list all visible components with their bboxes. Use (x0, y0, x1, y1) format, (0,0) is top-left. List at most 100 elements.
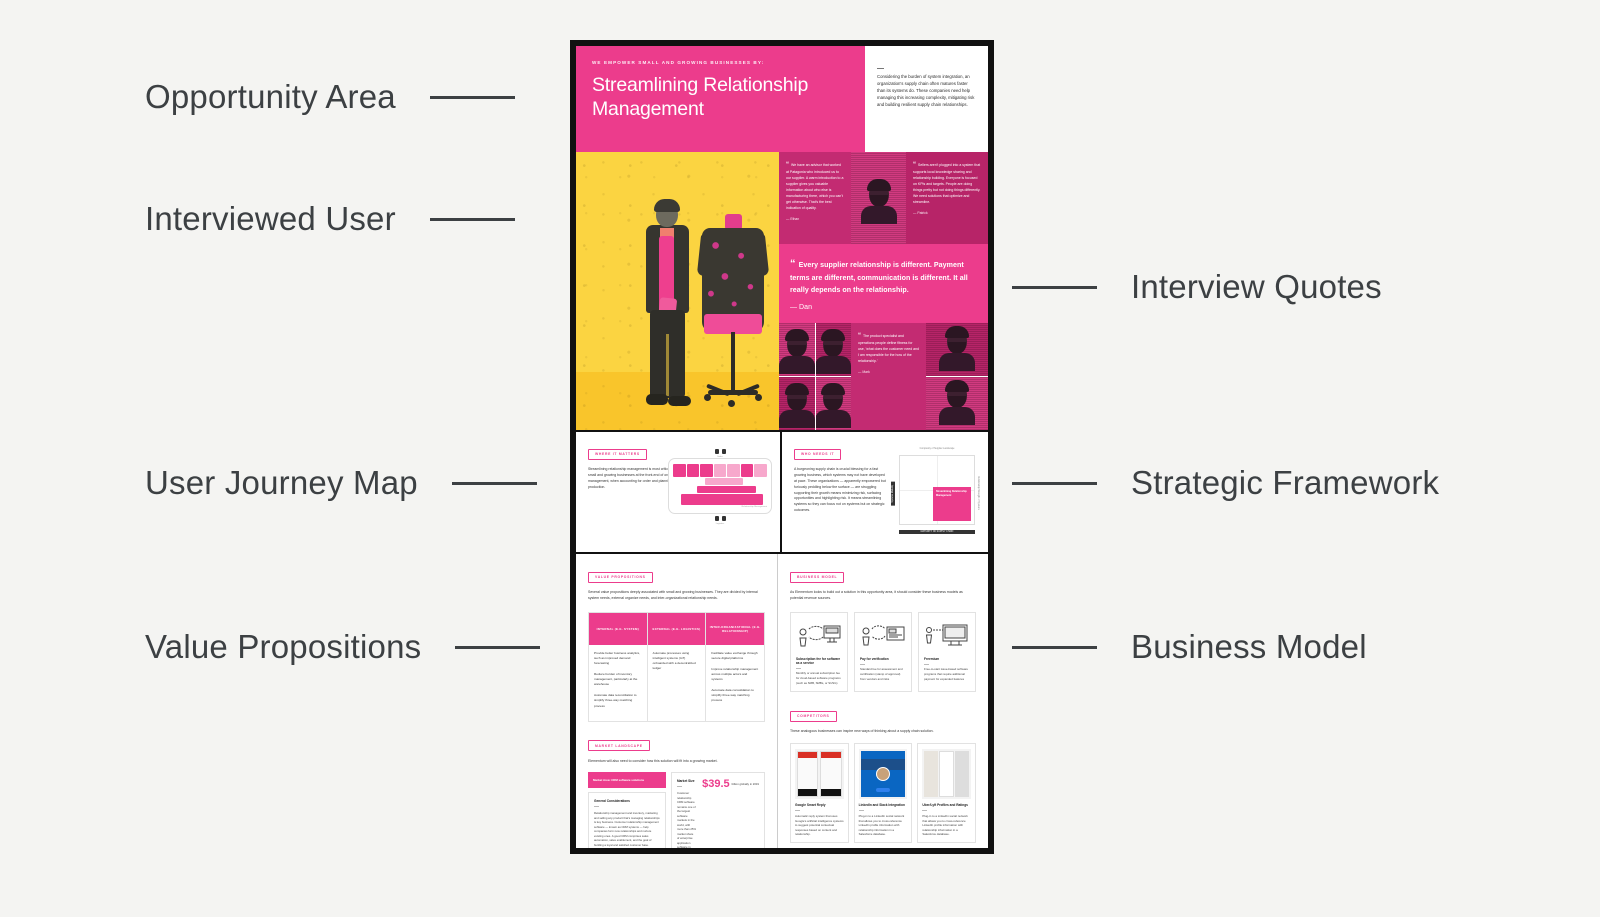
journey-bar (697, 486, 756, 493)
list-item: Automate data consolidation to simplify … (711, 688, 754, 703)
card-body: Free-to-start issue-based software progr… (924, 667, 969, 681)
column-header: INTER-ORGANIZATIONAL (e.g. relationship) (706, 612, 765, 645)
verification-illustration-icon (860, 619, 906, 653)
opportunity-area-section: WE EMPOWER SMALL AND GROWING BUSINESSES … (576, 46, 988, 152)
annotation-label: Interview Quotes (1131, 268, 1382, 305)
portrait-thumb (779, 376, 815, 430)
matrix-highlight-label: Streamlining Relationship Management (936, 490, 967, 497)
matrix-axis-top: Complexity of Supplier Landscape (919, 448, 955, 450)
journey-card: Relationship Management (668, 458, 772, 514)
strategic-framework-panel: WHO NEEDS IT A burgeoning supply chain i… (782, 432, 988, 552)
interview-quotes-column: “We have an advisor that worked at Patag… (779, 152, 988, 430)
framework-body-text: A burgeoning supply chain is crucial ble… (794, 467, 886, 513)
journey-bottom-label: Logistics (715, 523, 725, 525)
hero-sidebar-body: Considering the burden of system integra… (877, 74, 975, 107)
journey-step (673, 464, 686, 477)
table-column: EXTERNAL (e.g. logistics) Automate proce… (647, 612, 707, 721)
annotation-opportunity-area: Opportunity Area (145, 78, 515, 116)
card-body: Plug-in to a LinkedIn social network tha… (858, 813, 905, 837)
leader-line (455, 645, 541, 649)
section-badge: VALUE PROPOSITIONS (588, 571, 653, 583)
quote-mark-icon: “ (786, 162, 789, 168)
card-title: LinkedIn and Slack Integration (858, 803, 905, 808)
strategic-framework-matrix: Complexity of Supplier Landscape Systems… (891, 448, 979, 534)
section-badge: BUSINESS MODEL (790, 571, 845, 583)
leader-line (1012, 285, 1097, 289)
competitor-card-linkedin: LinkedIn and Slack Integration Plug-in t… (853, 743, 913, 844)
competitors-intro: These analogous businesses can inspire n… (790, 729, 934, 734)
market-landscape-right: Market Size Customer relationship CRM so… (671, 772, 765, 848)
quote-attribution: — Patrick (913, 210, 928, 215)
competitors-grid: Google Smart Reply Automatic reply syste… (790, 743, 977, 844)
interviewed-user-and-quotes-section: “We have an advisor that worked at Patag… (576, 152, 988, 430)
journey-step (686, 464, 700, 477)
leader-line (429, 95, 515, 99)
list-item: Improve relationship management across m… (711, 666, 759, 682)
journey-step (700, 464, 713, 477)
card-title: Subscription fee for software as a servi… (796, 656, 841, 665)
journey-bar (704, 478, 743, 485)
annotation-business-model: Business Model (1012, 628, 1367, 666)
column-header: INTERNAL (e.g. system) (589, 612, 647, 645)
quote-text: Sellers aren't plugged into a system tha… (913, 163, 981, 204)
annotation-label: Strategic Framework (1131, 464, 1440, 501)
list-item: Provide better business analytics, such … (594, 650, 641, 665)
card-title: Market Size (677, 779, 695, 784)
leader-line (1012, 645, 1097, 649)
card-title: Pay for verification (860, 656, 889, 661)
interviewed-user-photo (576, 152, 779, 430)
portrait-thumb (779, 322, 815, 376)
journey-and-framework-section: WHERE IT MATTERS Streamlining relationsh… (576, 430, 988, 554)
subscription-illustration-icon (796, 619, 842, 653)
list-item: Automate processes using intelligent sys… (652, 650, 696, 671)
annotation-label: Opportunity Area (145, 78, 396, 115)
annotation-value-propositions: Value Propositions (145, 628, 541, 666)
quote-mark-icon: “ (858, 332, 861, 339)
business-model-intro: As Elementum looks to build out a soluti… (790, 590, 963, 600)
general-considerations-card: General Considerations Relationship mana… (588, 792, 666, 848)
annotation-label: Business Model (1131, 628, 1367, 665)
business-model-cards: Subscription fee for software as a servi… (790, 611, 976, 693)
business-model-card: Pay for verification Standard fee for as… (854, 611, 912, 693)
competitors-panel: COMPETITORS These analogous businesses c… (790, 704, 977, 844)
card-body: Standard fee for assessment and certific… (860, 667, 903, 681)
list-item: Reduce burden of inventory management, p… (594, 672, 638, 687)
journey-bottom-icons (668, 516, 772, 521)
quote-card-mark: “The product specialist and operations p… (851, 322, 926, 430)
matrix-plot-area: Streamlining Relationship Management (899, 455, 975, 525)
business-model-card: Freemium Free-to-start issue-based softw… (918, 611, 976, 693)
card-body: Relationship management and inventory, m… (594, 811, 660, 847)
card-title: Google Smart Reply (795, 803, 826, 808)
value-props-intro: Several value propositions deeply associ… (588, 590, 758, 600)
quote-card-patrick: “Sellers aren't plugged into a system th… (906, 152, 988, 244)
screenshot-thumbnail (795, 749, 844, 800)
table-column: INTERNAL (e.g. system) Provide better bu… (589, 612, 648, 721)
list-item: Facilitate value exchange through secure… (711, 650, 758, 660)
annotation-user-journey-map: User Journey Map (145, 464, 537, 502)
card-title: Freemium (924, 656, 940, 661)
column-header: EXTERNAL (e.g. logistics) (647, 612, 706, 645)
freemium-illustration-icon (924, 619, 970, 653)
card-title: Uber/Lyft Profiles and Ratings (922, 803, 968, 808)
valueprops-and-businessmodel-section: VALUE PROPOSITIONS Several value proposi… (576, 554, 988, 848)
card-body: Customer relationship CRM software remai… (677, 791, 696, 848)
value-propositions-table: INTERNAL (e.g. system) Provide better bu… (588, 611, 765, 722)
annotation-label: Value Propositions (145, 628, 422, 665)
section-badge: COMPETITORS (790, 710, 837, 722)
table-cell: Automate processes using intelligent sys… (648, 645, 706, 683)
mannequin-figure (696, 214, 770, 414)
journey-body-text: Streamlining relationship management is … (588, 467, 675, 489)
journey-step (754, 464, 768, 477)
card-body: Monthly or annual subscription fee for c… (796, 671, 841, 685)
market-landscape-intro: Elementum will also need to consider how… (588, 758, 718, 763)
portrait-grid (779, 322, 851, 430)
matrix-highlight-quadrant: Streamlining Relationship Management (933, 487, 971, 521)
portrait-ethan (851, 152, 906, 244)
section-badge: WHERE IT MATTERS (588, 448, 647, 460)
quote-attribution: — Ethan (786, 216, 800, 221)
quotes-row-top: “We have an advisor that worked at Patag… (779, 152, 988, 244)
annotation-strategic-framework: Strategic Framework (1012, 464, 1439, 502)
quote-mark-icon: “ (913, 162, 916, 168)
table-column: INTER-ORGANIZATIONAL (e.g. relationship)… (706, 612, 765, 721)
person-figure (640, 199, 696, 414)
